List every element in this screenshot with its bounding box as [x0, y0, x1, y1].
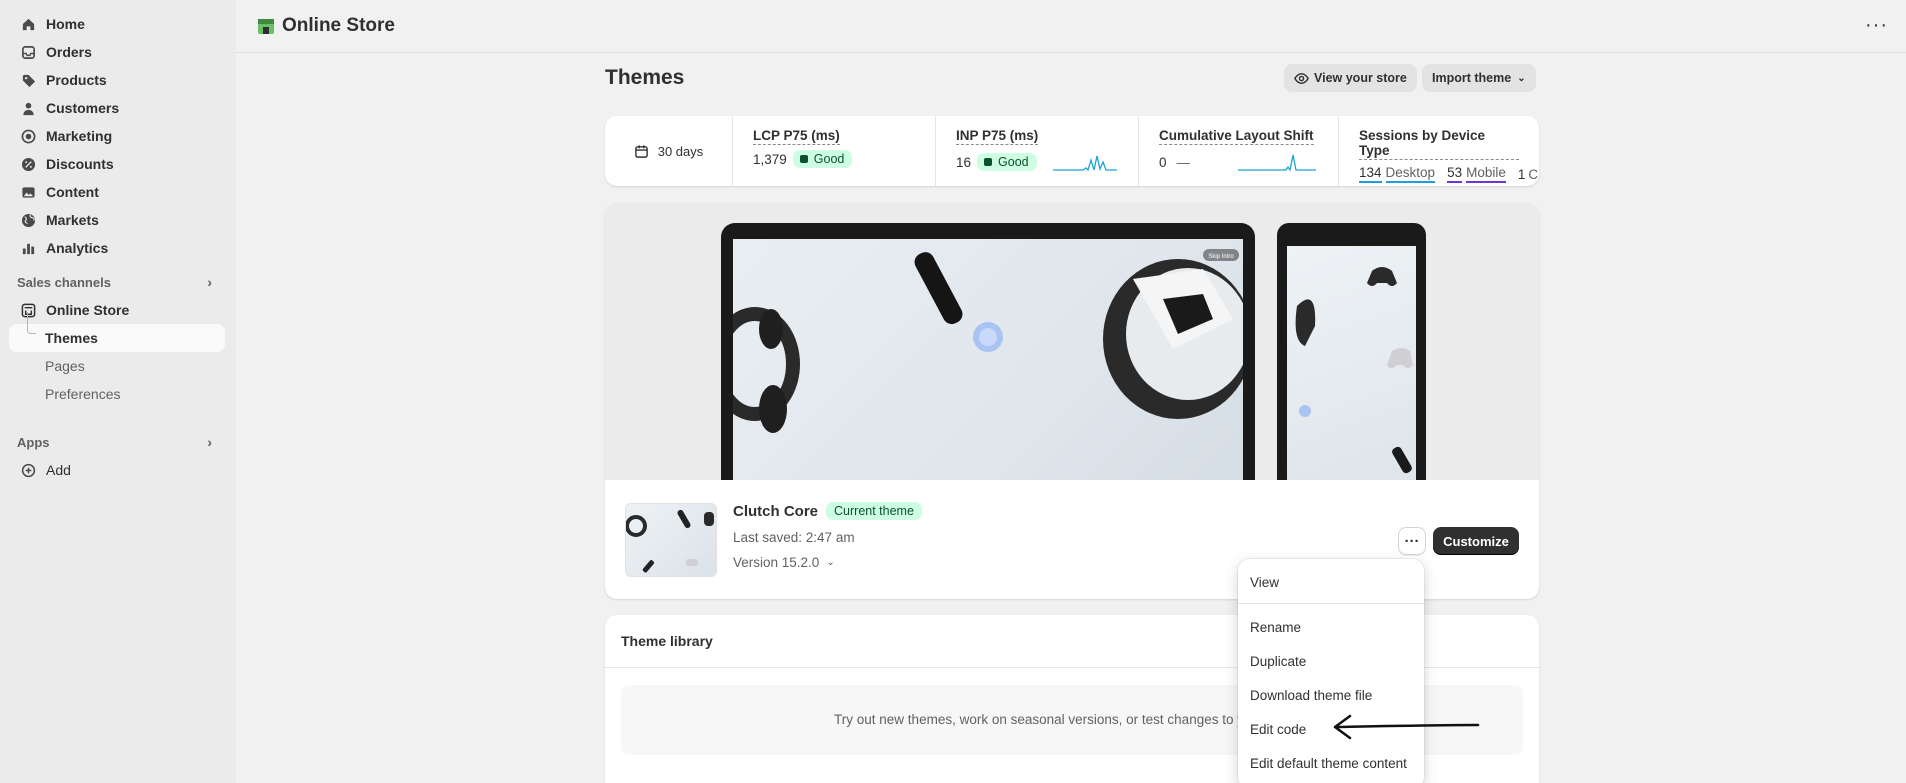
- inp-value: 16: [956, 154, 972, 170]
- image-icon: [20, 184, 36, 200]
- product-photo-illustration: Skip Intro: [733, 249, 1243, 433]
- sidebar-item-analytics[interactable]: Analytics: [0, 234, 236, 262]
- sidebar-item-label: Discounts: [46, 156, 114, 172]
- sessions-by-device-metric[interactable]: Sessions by Device Type 134 Desktop 53 M…: [1339, 116, 1539, 186]
- cls-status: —: [1176, 154, 1191, 170]
- web-performance-metrics: 30 days LCP P75 (ms) 1,379 Good INP P75 …: [605, 116, 1539, 186]
- cls-sparkline: [1238, 154, 1317, 172]
- sidebar-item-content[interactable]: Content: [0, 178, 236, 206]
- desktop-label: Desktop: [1385, 165, 1436, 183]
- view-store-button[interactable]: View your store: [1284, 64, 1417, 92]
- sidebar: Home Orders Products Customers Marketing…: [0, 0, 236, 783]
- menu-item-edit-default-theme-content[interactable]: Edit default theme content: [1238, 746, 1424, 780]
- skip-intro-label: Skip Intro: [1208, 254, 1234, 260]
- orders-icon: [20, 44, 36, 60]
- chevron-right-icon: ›: [207, 274, 212, 290]
- sidebar-item-themes[interactable]: Themes: [9, 312, 225, 352]
- import-theme-button[interactable]: Import theme ⌄: [1422, 64, 1536, 92]
- bar-chart-icon: [20, 240, 36, 256]
- sidebar-item-home[interactable]: Home: [0, 10, 236, 38]
- theme-library-text: Try out new themes, work on seasonal ver…: [834, 712, 1259, 727]
- page-header-title: Online Store: [256, 15, 395, 37]
- menu-item-download-theme-file[interactable]: Download theme file: [1238, 678, 1424, 712]
- sidebar-item-products[interactable]: Products: [0, 66, 236, 94]
- person-icon: [20, 100, 36, 116]
- cls-metric[interactable]: Cumulative Layout Shift 0 —: [1139, 116, 1339, 186]
- chevron-down-icon: ⌄: [826, 557, 835, 568]
- theme-library-title: Theme library: [621, 633, 713, 649]
- chevron-down-icon: ⌄: [1517, 72, 1526, 84]
- other-label: C: [1528, 166, 1539, 182]
- sales-channels-header[interactable]: Sales channels ›: [0, 268, 236, 296]
- last-saved-text: Last saved: 2:47 am: [733, 530, 855, 545]
- page-title: Themes: [605, 66, 685, 89]
- sidebar-item-marketing[interactable]: Marketing: [0, 122, 236, 150]
- globe-icon: [20, 212, 36, 228]
- sidebar-item-label: Orders: [46, 44, 92, 60]
- target-icon: [20, 128, 36, 144]
- cls-value: 0: [1159, 154, 1167, 170]
- mobile-preview-image: [1287, 246, 1416, 480]
- sidebar-item-label: Content: [46, 184, 99, 200]
- sidebar-item-orders[interactable]: Orders: [0, 38, 236, 66]
- theme-actions-button[interactable]: ···: [1398, 527, 1426, 555]
- sidebar-item-pages[interactable]: Pages: [9, 352, 225, 380]
- sidebar-item-label: Analytics: [46, 240, 109, 256]
- status-badge: Good: [792, 150, 853, 168]
- current-theme-card: Skip Intro Clutch Core Current theme Las…: [605, 203, 1539, 599]
- menu-divider: [1238, 603, 1424, 604]
- sidebar-item-label: Markets: [46, 212, 99, 228]
- other-count: 1: [1517, 166, 1526, 182]
- theme-name: Clutch Core Current theme: [733, 502, 922, 520]
- mobile-preview-frame: [1277, 223, 1426, 480]
- sidebar-item-preferences[interactable]: Preferences: [9, 380, 225, 408]
- sidebar-item-label: Add: [46, 462, 71, 478]
- online-store-icon: [256, 16, 276, 36]
- status-badge: Good: [977, 153, 1037, 171]
- current-theme-badge: Current theme: [826, 502, 922, 520]
- menu-item-duplicate[interactable]: Duplicate: [1238, 644, 1424, 678]
- sidebar-item-label: Online Store: [46, 302, 130, 318]
- desktop-preview-image: Skip Intro: [733, 239, 1243, 480]
- desktop-preview-frame: Skip Intro: [721, 223, 1255, 480]
- inp-metric[interactable]: INP P75 (ms) 16 Good: [936, 116, 1139, 186]
- more-options-icon[interactable]: ···: [1865, 14, 1888, 37]
- sidebar-item-customers[interactable]: Customers: [0, 94, 236, 122]
- date-range-selector[interactable]: 30 days: [605, 116, 733, 186]
- inp-sparkline: [1052, 155, 1117, 172]
- home-icon: [20, 16, 36, 32]
- apps-header[interactable]: Apps ›: [0, 428, 236, 456]
- tree-connector: [27, 312, 36, 334]
- sidebar-item-label: Marketing: [46, 128, 113, 144]
- discount-icon: [20, 156, 36, 172]
- sidebar-item-discounts[interactable]: Discounts: [0, 150, 236, 178]
- lcp-metric[interactable]: LCP P75 (ms) 1,379 Good: [733, 116, 936, 186]
- theme-preview[interactable]: Skip Intro: [605, 203, 1539, 480]
- theme-actions-menu: View Rename Duplicate Download theme fil…: [1238, 559, 1424, 783]
- chevron-right-icon: ›: [207, 434, 212, 450]
- eye-icon: [1294, 72, 1309, 84]
- calendar-icon: [634, 144, 648, 158]
- mobile-count: 53: [1447, 165, 1463, 183]
- theme-thumbnail: [625, 503, 717, 577]
- sidebar-item-label: Customers: [46, 100, 120, 116]
- sidebar-item-label: Home: [46, 16, 85, 32]
- tag-icon: [20, 72, 36, 88]
- mobile-product-illustration: [1295, 267, 1413, 474]
- mobile-label: Mobile: [1466, 165, 1506, 183]
- menu-item-view[interactable]: View: [1238, 565, 1424, 599]
- sidebar-item-add-app[interactable]: Add: [0, 456, 236, 484]
- plus-circle-icon: [20, 462, 36, 478]
- desktop-count: 134: [1359, 165, 1382, 183]
- customize-button[interactable]: Customize: [1433, 527, 1519, 555]
- menu-item-rename[interactable]: Rename: [1238, 610, 1424, 644]
- sidebar-item-label: Products: [46, 72, 107, 88]
- sidebar-item-markets[interactable]: Markets: [0, 206, 236, 234]
- lcp-value: 1,379: [753, 151, 787, 167]
- top-bar: Online Store ···: [236, 0, 1906, 53]
- theme-version-selector[interactable]: Version 15.2.0 ⌄: [733, 555, 835, 570]
- annotation-arrow-icon: [1333, 714, 1480, 740]
